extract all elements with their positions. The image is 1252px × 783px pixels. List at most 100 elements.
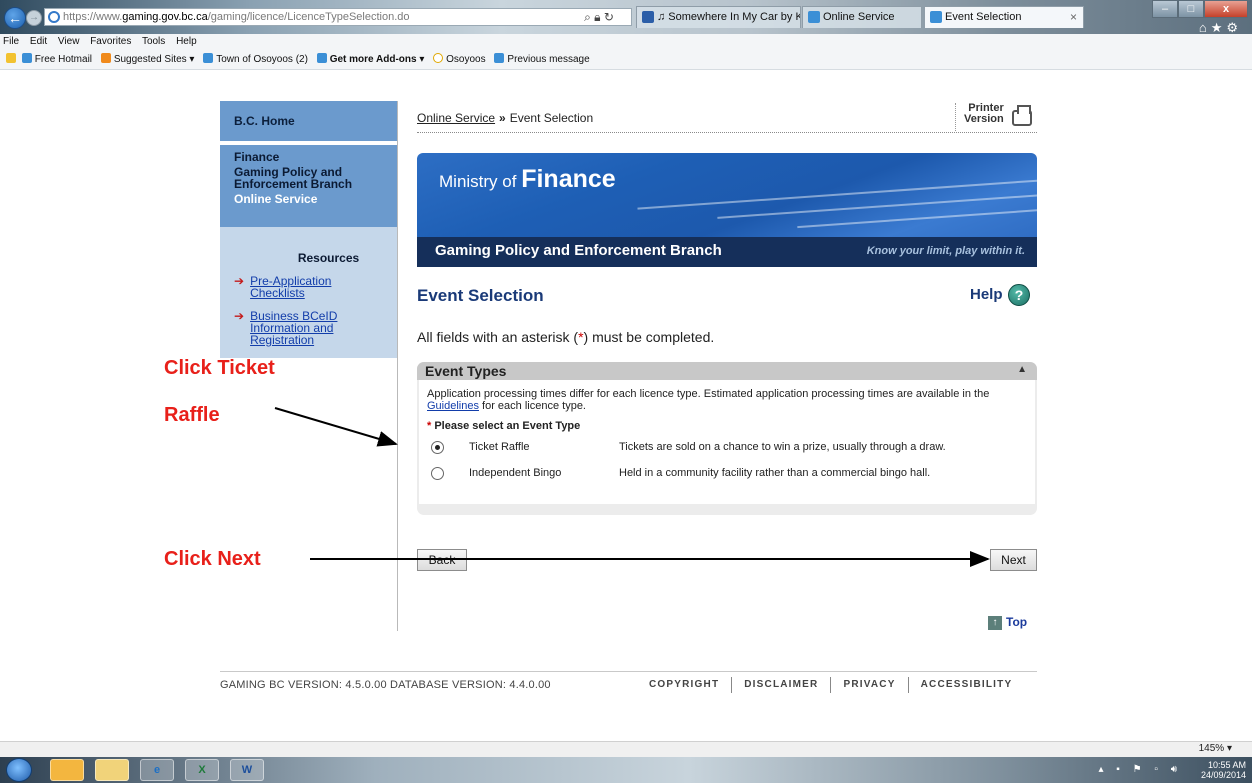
maximize-button[interactable]: □ — [1178, 0, 1204, 18]
printer-version-link[interactable]: Printer Version — [955, 103, 1004, 131]
top-link[interactable]: Top — [1006, 615, 1027, 629]
option-ticket-raffle[interactable]: Ticket Raffle Tickets are sold on a chan… — [419, 438, 1035, 458]
favorites-star-icon[interactable]: ★ — [1211, 20, 1227, 35]
back-button[interactable]: Back — [417, 549, 467, 571]
menu-view[interactable]: View — [58, 36, 80, 47]
banner-wave — [637, 178, 1037, 210]
option-independent-bingo[interactable]: Independent Bingo Held in a community fa… — [419, 464, 1035, 484]
browser-tab-music[interactable]: ♫ Somewhere In My Car by Ke... — [636, 6, 801, 28]
annotation-raffle: Raffle — [164, 404, 220, 426]
arrow-right-icon: ➔ — [234, 309, 245, 323]
left-navigation: B.C. Home Finance Gaming Policy and Enfo… — [220, 101, 397, 358]
favorite-osoyoos[interactable]: Osoyoos — [433, 50, 486, 70]
banner-title: Ministry of Finance — [439, 165, 616, 194]
option-description: Tickets are sold on a chance to win a pr… — [619, 441, 946, 453]
nav-online-service[interactable]: Online Service — [234, 193, 383, 205]
menu-favorites[interactable]: Favorites — [90, 36, 131, 47]
ie-page-icon — [930, 11, 942, 23]
ie-page-icon — [808, 11, 820, 23]
word-icon[interactable]: W — [230, 759, 264, 781]
search-icon[interactable]: ⌕ — [584, 10, 591, 24]
window-controls: – □ x — [1152, 0, 1248, 18]
option-description: Held in a community facility rather than… — [619, 467, 931, 479]
url-path: /gaming/licence/LicenceTypeSelection.do — [207, 11, 410, 23]
close-tab-icon[interactable]: × — [1070, 7, 1077, 27]
system-clock[interactable]: 10:55 AM 24/09/2014 — [1201, 760, 1246, 780]
help-link[interactable]: Help — [970, 286, 1003, 303]
guidelines-link[interactable]: Guidelines — [427, 400, 479, 412]
favorite-label: Previous message — [507, 54, 590, 65]
browser-forward-button[interactable]: → — [26, 10, 42, 26]
zoom-level[interactable]: 145% ▾ — [1199, 743, 1232, 754]
clock-date: 24/09/2014 — [1200, 770, 1246, 780]
link-pre-application-checklists[interactable]: ➔ Pre-Application Checklists — [234, 275, 331, 299]
address-bar[interactable]: https://www.gaming.gov.bc.ca/gaming/lice… — [44, 8, 632, 26]
home-icon[interactable]: ⌂ — [1199, 20, 1211, 35]
menu-file[interactable]: File — [3, 36, 19, 47]
printer-icon[interactable] — [1012, 105, 1032, 126]
minimize-button[interactable]: – — [1152, 0, 1178, 18]
favorite-label: Get more Add-ons ▾ — [329, 54, 425, 65]
required-fields-note: All fields with an asterisk (*) must be … — [417, 329, 714, 345]
ie-page-icon — [203, 53, 214, 63]
link-line[interactable]: Checklists — [250, 286, 305, 300]
favorite-town-of-osoyoos[interactable]: Town of Osoyoos (2) — [203, 50, 308, 70]
nav-finance[interactable]: Finance — [234, 151, 383, 163]
gear-icon[interactable]: ⚙ — [1226, 20, 1242, 35]
option-name[interactable]: Ticket Raffle — [469, 441, 530, 453]
panel-header[interactable]: Event Types ▲ — [417, 362, 1037, 380]
favorites-star-icon[interactable] — [6, 53, 16, 63]
internet-explorer-icon[interactable]: e — [140, 759, 174, 781]
ie-page-icon — [316, 53, 327, 63]
favorite-get-more-add-ons[interactable]: Get more Add-ons ▾ — [316, 50, 425, 70]
system-tray-icons[interactable]: ▴ ▪ ⚑ ▫ 🔊︎ — [1099, 764, 1183, 775]
footer-privacy[interactable]: PRIVACY — [830, 677, 907, 693]
menu-tools[interactable]: Tools — [142, 36, 165, 47]
panel-description: Application processing times differ for … — [427, 388, 1032, 412]
favorite-label: Free Hotmail — [34, 54, 93, 65]
favorite-free-hotmail[interactable]: Free Hotmail — [21, 50, 93, 70]
radio-ticket-raffle[interactable] — [431, 441, 444, 454]
browser-tab-online-service[interactable]: Online Service — [802, 6, 922, 28]
option-name[interactable]: Independent Bingo — [469, 467, 561, 479]
help-icon[interactable]: ? — [1008, 284, 1030, 306]
breadcrumb-online-service[interactable]: Online Service — [417, 111, 495, 125]
printer-label[interactable]: Version — [964, 114, 1004, 125]
branch-name: Gaming Policy and Enforcement Branch — [435, 242, 722, 259]
refresh-icon[interactable]: ↻ — [604, 10, 614, 24]
menu-edit[interactable]: Edit — [30, 36, 47, 47]
favorite-suggested-sites[interactable]: Suggested Sites ▾ — [100, 50, 195, 70]
clock-time: 10:55 AM — [1207, 760, 1246, 770]
resources-title: Resources — [297, 251, 360, 265]
link-business-bceid[interactable]: ➔ Business BCeID Information and Registrati… — [234, 310, 337, 346]
arrow-up-icon[interactable]: ↑ — [988, 616, 1002, 630]
ministry-name: Finance — [521, 165, 616, 193]
browser-back-button[interactable]: ← — [4, 7, 26, 29]
address-bar-tools[interactable]: ⌕ 🔒︎ ↻ — [566, 8, 632, 26]
footer-copyright[interactable]: COPYRIGHT — [637, 677, 731, 693]
collapse-triangle-icon[interactable]: ▲ — [1017, 364, 1027, 375]
browser-tab-event-selection[interactable]: Event Selection × — [924, 6, 1084, 28]
outlook-icon[interactable] — [50, 759, 84, 781]
note-text: ) must be completed. — [583, 329, 715, 345]
link-line[interactable]: Registration — [250, 333, 314, 347]
next-button[interactable]: Next — [990, 549, 1037, 571]
nav-gaming-branch-2[interactable]: Enforcement Branch — [234, 178, 383, 190]
favorite-previous-message[interactable]: Previous message — [494, 50, 590, 70]
excel-icon[interactable]: X — [185, 759, 219, 781]
lock-icon[interactable]: 🔒︎ — [594, 10, 600, 24]
footer-version: GAMING BC VERSION: 4.5.0.00 DATABASE VER… — [220, 679, 551, 691]
footer-disclaimer[interactable]: DISCLAIMER — [731, 677, 830, 693]
nav-bc-home[interactable]: B.C. Home — [220, 101, 397, 141]
secure-site-icon — [48, 11, 60, 23]
radio-independent-bingo[interactable] — [431, 467, 444, 480]
label-text: Please select an Event Type — [434, 420, 581, 432]
close-window-button[interactable]: x — [1204, 0, 1248, 18]
nav-spacer — [220, 227, 397, 237]
menu-help[interactable]: Help — [176, 36, 197, 47]
start-button[interactable] — [6, 758, 32, 782]
footer-accessibility[interactable]: ACCESSIBILITY — [907, 677, 1025, 693]
file-explorer-icon[interactable] — [95, 759, 129, 781]
favorite-label: Suggested Sites ▾ — [113, 54, 195, 65]
desc-text: Application processing times differ for … — [427, 388, 990, 400]
